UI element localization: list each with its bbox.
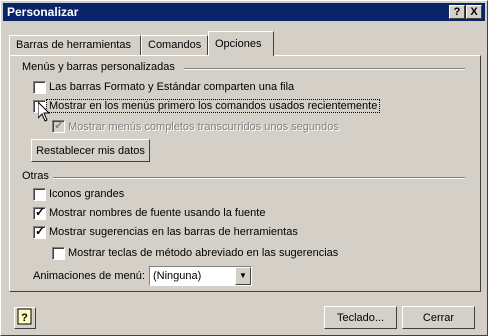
tab-commands[interactable]: Comandos bbox=[141, 35, 208, 55]
tab-options[interactable]: Opciones bbox=[208, 31, 274, 56]
tab-label: Comandos bbox=[148, 39, 202, 51]
tab-toolbars[interactable]: Barras de herramientas bbox=[9, 35, 141, 55]
help-icon: ? bbox=[17, 308, 32, 325]
title-bar: Personalizar ? X bbox=[3, 3, 485, 21]
svg-text:?: ? bbox=[21, 312, 28, 324]
tab-label: Barras de herramientas bbox=[16, 39, 131, 51]
keyboard-button[interactable]: Teclado... bbox=[324, 306, 397, 329]
tab-label: Opciones bbox=[215, 38, 262, 50]
options-panel bbox=[9, 55, 481, 292]
window-title: Personalizar bbox=[7, 5, 79, 19]
help-icon-button[interactable]: ? bbox=[14, 307, 36, 329]
customize-dialog: Personalizar ? X Barras de herramientas … bbox=[0, 0, 488, 336]
close-dialog-button[interactable]: Cerrar bbox=[402, 306, 475, 329]
close-button[interactable]: X bbox=[466, 5, 482, 19]
help-button[interactable]: ? bbox=[449, 5, 465, 19]
